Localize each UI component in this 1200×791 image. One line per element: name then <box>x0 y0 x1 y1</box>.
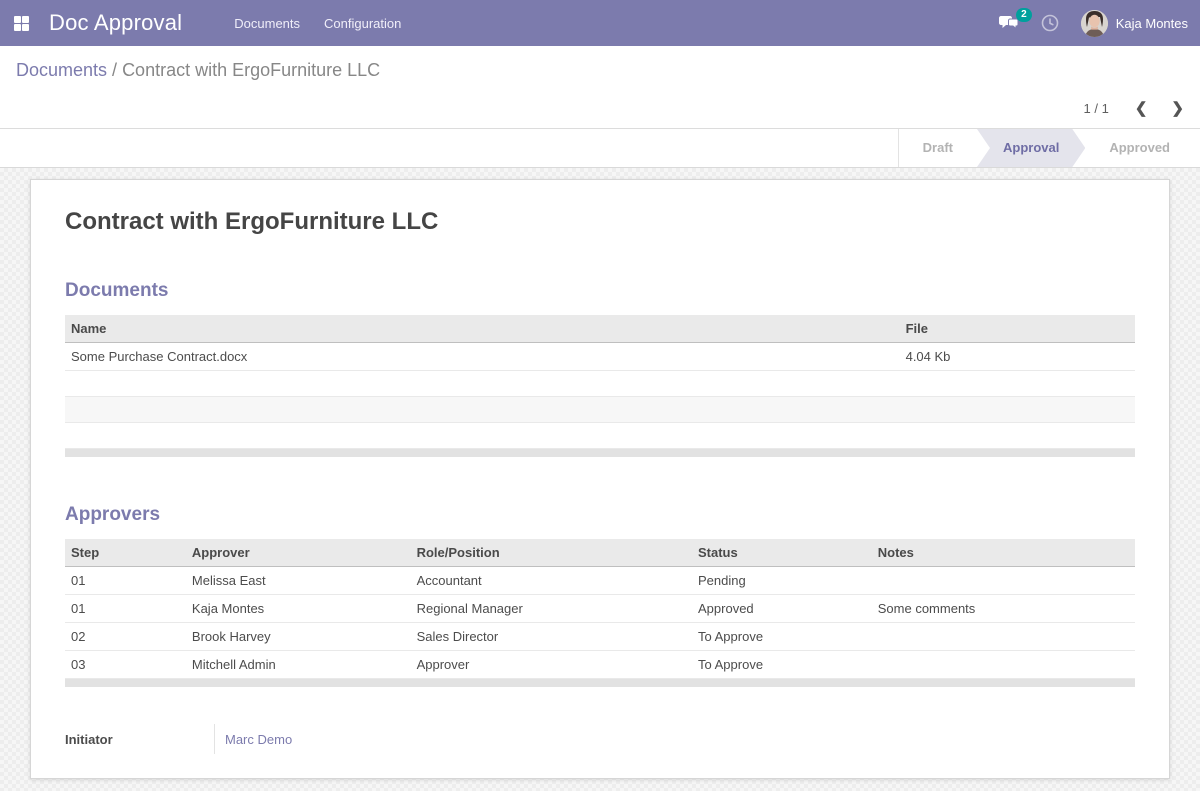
document-name-cell: Some Purchase Contract.docx <box>65 343 900 371</box>
approver-status-cell: To Approve <box>692 651 872 679</box>
approver-name-cell: Mitchell Admin <box>186 651 411 679</box>
pager-value: 1 / 1 <box>1084 101 1109 116</box>
breadcrumb: Documents / Contract with ErgoFurniture … <box>16 46 1184 81</box>
approver-notes-cell <box>872 651 1135 679</box>
approver-name-cell: Kaja Montes <box>186 595 411 623</box>
approver-role-cell: Regional Manager <box>411 595 692 623</box>
documents-section: Documents Name File Some Purchase Contra… <box>65 280 1135 457</box>
status-step-draft[interactable]: Draft <box>899 129 977 167</box>
systray: 2 Kaja Montes <box>999 10 1188 37</box>
documents-table-footer <box>65 449 1135 457</box>
nav-menus: Documents Configuration <box>224 8 411 39</box>
approvers-col-step[interactable]: Step <box>65 539 186 567</box>
approver-row[interactable]: 01 Kaja Montes Regional Manager Approved… <box>65 595 1135 623</box>
top-navbar: Doc Approval Documents Configuration 2 <box>0 0 1200 46</box>
documents-col-file[interactable]: File <box>900 315 1135 343</box>
approver-step-cell: 01 <box>65 567 186 595</box>
empty-row <box>65 371 1135 397</box>
pager-next-icon[interactable]: ❯ <box>1171 101 1184 116</box>
status-step-approval[interactable]: Approval <box>977 129 1085 167</box>
statusbar: Draft Approval Approved <box>0 129 1200 168</box>
approver-role-cell: Accountant <box>411 567 692 595</box>
approver-notes-cell <box>872 567 1135 595</box>
approvers-col-notes[interactable]: Notes <box>872 539 1135 567</box>
approvers-col-status[interactable]: Status <box>692 539 872 567</box>
empty-row <box>65 397 1135 423</box>
empty-row <box>65 423 1135 449</box>
pager-previous-icon[interactable]: ❮ <box>1135 101 1148 116</box>
messages-count-badge: 2 <box>1016 8 1032 22</box>
record-sheet: Contract with ErgoFurniture LLC Document… <box>30 179 1170 779</box>
approver-status-cell: Pending <box>692 567 872 595</box>
initiator-label: Initiator <box>65 732 214 747</box>
approvers-section: Approvers Step Approver Role/Position St… <box>65 504 1135 687</box>
documents-table: Name File Some Purchase Contract.docx 4.… <box>65 315 1135 449</box>
activity-button[interactable] <box>1041 14 1059 32</box>
record-title: Contract with ErgoFurniture LLC <box>65 208 1135 236</box>
approvers-col-role[interactable]: Role/Position <box>411 539 692 567</box>
approver-step-cell: 02 <box>65 623 186 651</box>
approver-notes-cell: Some comments <box>872 595 1135 623</box>
document-file-cell: 4.04 Kb <box>900 343 1135 371</box>
approvers-table: Step Approver Role/Position Status Notes… <box>65 539 1135 679</box>
approver-role-cell: Approver <box>411 651 692 679</box>
approver-name-cell: Brook Harvey <box>186 623 411 651</box>
approver-notes-cell <box>872 623 1135 651</box>
documents-col-name[interactable]: Name <box>65 315 900 343</box>
app-brand[interactable]: Doc Approval <box>49 10 182 36</box>
initiator-field: Initiator Marc Demo <box>65 724 1135 754</box>
user-avatar <box>1081 10 1108 37</box>
approver-status-cell: Approved <box>692 595 872 623</box>
approver-row[interactable]: 02 Brook Harvey Sales Director To Approv… <box>65 623 1135 651</box>
approver-row[interactable]: 01 Melissa East Accountant Pending <box>65 567 1135 595</box>
user-name: Kaja Montes <box>1116 16 1188 31</box>
breadcrumb-documents-link[interactable]: Documents <box>16 60 107 80</box>
approver-status-cell: To Approve <box>692 623 872 651</box>
initiator-value-link[interactable]: Marc Demo <box>215 732 292 747</box>
breadcrumb-current: Contract with ErgoFurniture LLC <box>122 60 380 80</box>
clock-icon <box>1041 14 1059 32</box>
control-panel: Documents / Contract with ErgoFurniture … <box>0 46 1200 129</box>
approvers-table-footer <box>65 679 1135 687</box>
apps-menu-icon[interactable] <box>14 16 29 31</box>
user-menu[interactable]: Kaja Montes <box>1081 10 1188 37</box>
approvers-col-approver[interactable]: Approver <box>186 539 411 567</box>
approver-row[interactable]: 03 Mitchell Admin Approver To Approve <box>65 651 1135 679</box>
approver-role-cell: Sales Director <box>411 623 692 651</box>
approvers-heading: Approvers <box>65 504 1135 526</box>
approver-step-cell: 03 <box>65 651 186 679</box>
document-row[interactable]: Some Purchase Contract.docx 4.04 Kb <box>65 343 1135 371</box>
status-step-approved[interactable]: Approved <box>1085 129 1194 167</box>
nav-menu-documents[interactable]: Documents <box>224 8 310 39</box>
approver-name-cell: Melissa East <box>186 567 411 595</box>
nav-menu-configuration[interactable]: Configuration <box>314 8 411 39</box>
breadcrumb-separator: / <box>107 60 122 80</box>
approver-step-cell: 01 <box>65 595 186 623</box>
form-view-background: Contract with ErgoFurniture LLC Document… <box>0 168 1200 791</box>
documents-heading: Documents <box>65 280 1135 302</box>
messages-button[interactable]: 2 <box>999 15 1019 31</box>
